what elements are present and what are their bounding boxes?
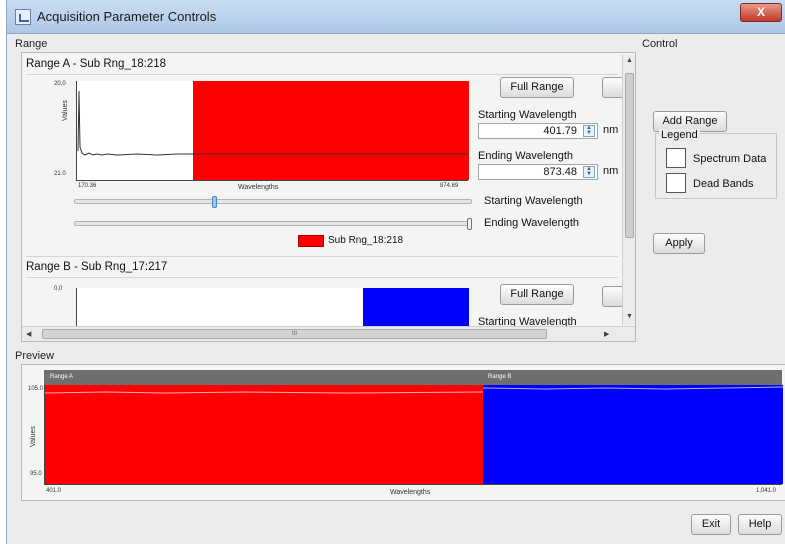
preview-ymin: 95.0 [30, 471, 42, 477]
range-separator [26, 256, 618, 257]
scroll-up-icon[interactable]: ▲ [626, 57, 633, 64]
range-b-divider [26, 277, 618, 278]
preview-ylabel: Values [30, 426, 37, 447]
range-a-ymin: 21.0 [54, 171, 66, 177]
preview-section-label: Preview [15, 350, 55, 362]
dead-bands-checkbox[interactable] [666, 173, 686, 193]
range-b-title: Range B - Sub Rng_17:217 [26, 261, 168, 273]
range-section-label: Range [15, 38, 48, 50]
acquisition-window: Acquisition Parameter Controls X Range C… [6, 0, 785, 544]
range-a-start-unit: nm [603, 124, 619, 136]
start-slider-thumb[interactable] [212, 196, 218, 208]
range-a-chart: 20.0 21.0 Values 170.36 Wavelengths 874.… [38, 81, 469, 191]
scroll-right-icon[interactable]: ▶ [604, 330, 609, 338]
preview-xmax: 1,041.0 [756, 488, 777, 494]
vertical-scroll-thumb[interactable] [625, 73, 634, 238]
range-panel: Range A - Sub Rng_18:218 20.0 21.0 Value… [21, 52, 636, 342]
range-a-end-slider[interactable] [74, 218, 472, 230]
end-slider-thumb[interactable] [467, 218, 472, 230]
scroll-down-icon[interactable]: ▼ [626, 313, 633, 320]
preview-band-a-header: Range A [44, 370, 482, 385]
preview-panel: Range A Range B 105.0 95.0 Values 401.0 … [21, 364, 785, 501]
range-vertical-scrollbar[interactable]: ▲ ▼ [622, 55, 635, 325]
title-bar: Acquisition Parameter Controls X [7, 0, 785, 34]
range-a-starting-input[interactable]: 401.79 ▲ ▼ [478, 123, 598, 139]
range-a-ending-value: 873.48 [543, 166, 577, 178]
spinner-arrows-icon[interactable]: ▲ ▼ [583, 125, 595, 137]
preview-xlabel: Wavelengths [390, 489, 431, 496]
range-a-ymax: 20.0 [54, 81, 66, 87]
range-a-legend-swatch [298, 235, 324, 247]
range-b-ymax: 0.0 [54, 286, 63, 292]
range-a-end-unit: nm [603, 165, 619, 177]
spinner-arrows-icon[interactable]: ▲ ▼ [583, 166, 595, 178]
help-button[interactable]: Help [738, 514, 782, 535]
range-a-xmin: 170.36 [78, 183, 97, 189]
range-a-extra-button[interactable] [602, 77, 624, 98]
horizontal-scroll-thumb[interactable]: III [42, 329, 547, 339]
range-a-legend-label: Sub Rng_18:218 [328, 235, 404, 246]
range-b-plot [76, 288, 469, 328]
range-a-starting-label: Starting Wavelength [478, 109, 577, 121]
range-a-xlabel: Wavelengths [238, 184, 279, 191]
scroll-left-icon[interactable]: ◀ [26, 330, 31, 338]
control-section-label: Control [642, 38, 678, 50]
preview-xmin: 401.0 [46, 488, 62, 494]
preview-ymax: 105.0 [28, 386, 44, 392]
range-horizontal-scrollbar[interactable]: ◀ III ▶ [22, 326, 635, 341]
range-a-divider [26, 74, 618, 75]
spectrum-data-label: Spectrum Data [693, 153, 767, 165]
range-a-title: Range A - Sub Rng_18:218 [26, 58, 167, 70]
preview-plot [44, 385, 783, 485]
range-a-plot [76, 81, 469, 181]
range-a-ending-input[interactable]: 873.48 ▲ ▼ [478, 164, 598, 180]
range-a-starting-value: 401.79 [543, 125, 577, 137]
range-b-extra-button[interactable] [602, 286, 624, 307]
range-b-band [363, 288, 469, 328]
window-title: Acquisition Parameter Controls [37, 9, 217, 24]
range-b-full-range-button[interactable]: Full Range [500, 284, 574, 305]
preview-band-b-header: Range B [482, 370, 782, 385]
range-a-xmax: 874.69 [440, 183, 459, 189]
legend-title: Legend [659, 129, 700, 141]
range-a-spectrum [77, 90, 469, 156]
spectrum-data-checkbox[interactable] [666, 148, 686, 168]
range-a-ylabel: Values [62, 100, 69, 121]
close-button[interactable]: X [740, 3, 782, 22]
app-icon [15, 9, 31, 25]
range-b-chart: 0.0 [38, 286, 469, 328]
apply-button[interactable]: Apply [653, 233, 705, 254]
range-a-start-slider[interactable] [74, 196, 472, 208]
preview-spectrum-line [45, 386, 783, 394]
range-a-slider-end-label: Ending Wavelength [484, 217, 579, 229]
range-a-ending-label: Ending Wavelength [478, 150, 573, 162]
exit-button[interactable]: Exit [691, 514, 731, 535]
range-a-full-range-button[interactable]: Full Range [500, 77, 574, 98]
dead-bands-label: Dead Bands [693, 178, 754, 190]
range-a-slider-start-label: Starting Wavelength [484, 195, 583, 207]
